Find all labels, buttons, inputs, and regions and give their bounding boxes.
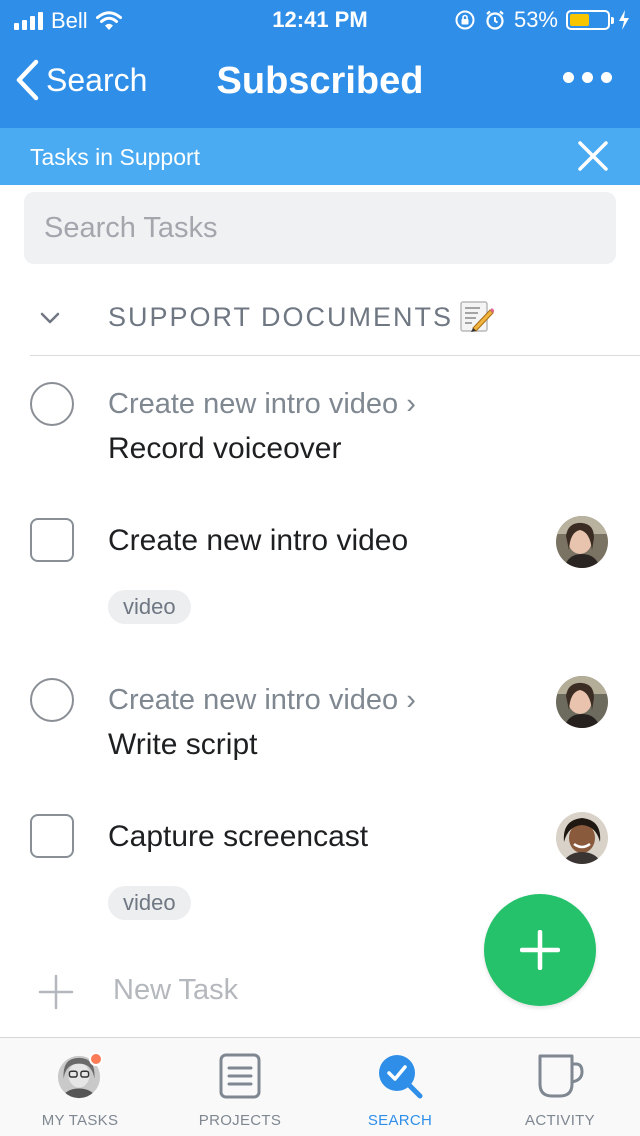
notification-dot (89, 1052, 103, 1066)
header-bar: Bell 12:41 PM 53% Search Subscribed (0, 0, 640, 128)
alarm-icon (486, 10, 504, 30)
new-task-label: New Task (113, 974, 239, 1006)
assignee-avatar[interactable] (556, 676, 608, 728)
task-tag[interactable]: video (108, 590, 191, 624)
assignee-avatar[interactable] (556, 516, 608, 568)
more-dot-icon (601, 72, 612, 83)
more-dot-icon (563, 72, 574, 83)
rotation-lock-icon (455, 10, 475, 30)
tab-label: PROJECTS (198, 1112, 282, 1129)
battery-percentage: 53% (513, 7, 558, 32)
back-button-label: Search (46, 61, 148, 98)
tab-label: MY TASKS (41, 1112, 119, 1129)
tab-label: ACTIVITY (525, 1112, 595, 1129)
section-title: SUPPORT DOCUMENTS (108, 302, 454, 332)
tab-projects[interactable]: PROJECTS (160, 1038, 320, 1136)
search-icon (379, 1055, 423, 1099)
mug-icon (538, 1054, 584, 1098)
parent-task-link[interactable]: Create new intro video › (108, 684, 416, 717)
plus-icon (520, 930, 560, 970)
filter-banner-text: Tasks in Support (30, 144, 201, 170)
complete-task-checkbox[interactable] (30, 382, 74, 426)
task-row[interactable]: Create new intro video video (0, 516, 640, 626)
tab-label: SEARCH (367, 1112, 433, 1129)
section-header: SUPPORT DOCUMENTS (30, 290, 640, 356)
parent-task-link[interactable]: Create new intro video › (108, 388, 416, 421)
search-input[interactable] (24, 192, 616, 264)
task-row[interactable]: Create new intro video › Record voiceove… (0, 380, 640, 480)
assignee-avatar[interactable] (556, 812, 608, 864)
filter-banner: Tasks in Support (0, 128, 640, 185)
task-name[interactable]: Create new intro video (108, 524, 408, 558)
chevron-down-icon[interactable] (38, 306, 62, 330)
complete-task-checkbox[interactable] (30, 678, 74, 722)
charging-bolt-icon (619, 10, 629, 30)
task-row[interactable]: Create new intro video › Write script (0, 676, 640, 776)
memo-emoji-icon (460, 301, 494, 332)
more-options-button[interactable] (563, 72, 612, 83)
task-tag[interactable]: video (108, 886, 191, 920)
add-task-fab[interactable] (484, 894, 596, 1006)
task-name[interactable]: Capture screencast (108, 820, 368, 854)
status-bar: Bell 12:41 PM 53% (0, 0, 640, 40)
plus-icon (38, 974, 74, 1010)
navigation-bar: Search Subscribed (0, 48, 640, 120)
complete-task-checkbox[interactable] (30, 518, 74, 562)
close-icon[interactable] (576, 139, 610, 173)
more-dot-icon (582, 72, 593, 83)
back-button[interactable]: Search (14, 58, 147, 102)
tab-search[interactable]: SEARCH (320, 1038, 480, 1136)
projects-list-icon (219, 1053, 261, 1099)
task-name[interactable]: Write script (108, 728, 257, 762)
battery-icon (566, 10, 614, 30)
tab-activity[interactable]: ACTIVITY (480, 1038, 640, 1136)
tab-my-tasks[interactable]: MY TASKS (0, 1038, 160, 1136)
chevron-left-icon (16, 59, 39, 101)
tab-bar: MY TASKS PROJECTS SEARCH ACTIVITY (0, 1037, 640, 1136)
task-name[interactable]: Record voiceover (108, 432, 341, 466)
complete-task-checkbox[interactable] (30, 814, 74, 858)
